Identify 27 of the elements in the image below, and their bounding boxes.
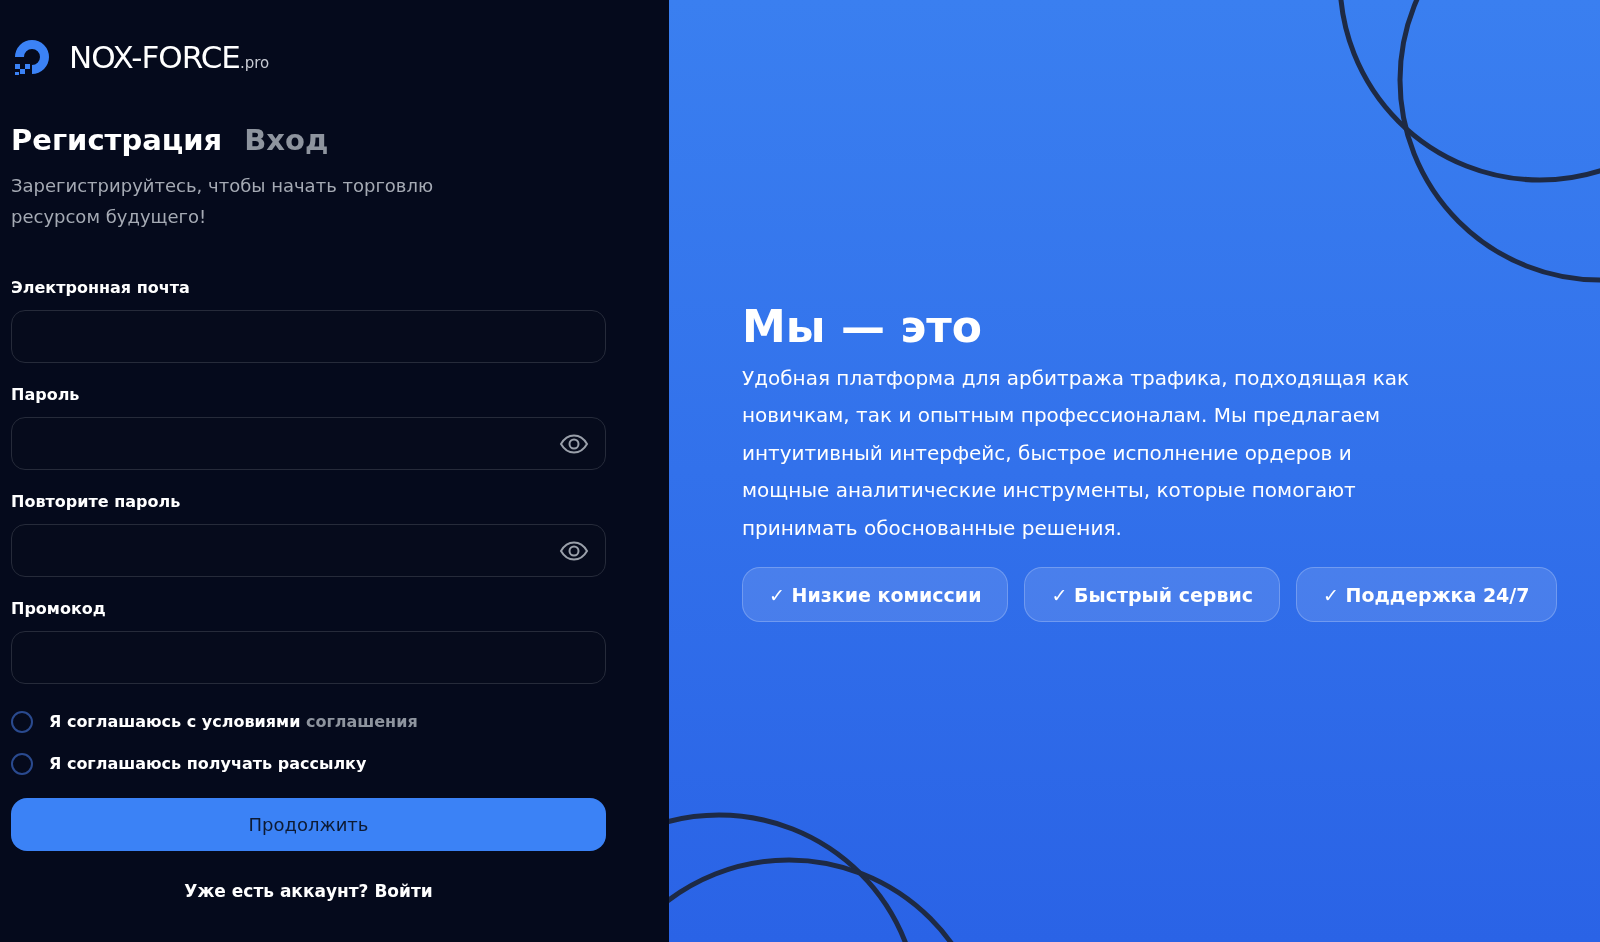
eye-icon[interactable] [559,433,589,454]
input-field[interactable] [11,631,606,684]
feature-badge: ✓ Низкие комиссии [742,567,1009,623]
promo-text: Удобная платформа для арбитража трафика, подходящая как новичкам, так и опытным профессионалам. Мы предлагаем интуитивный интерфейс, быстрое исполнение ордеров и мощные аналитические инструменты, которые помогают принимать обоснованные решения. [742,364,1411,542]
feature-badge: ✓ Поддержка 24/7 [1296,567,1557,623]
input-field[interactable] [11,310,606,363]
promo-heading: Мы — это [742,299,984,354]
password-field[interactable] [11,524,606,577]
checkbox[interactable] [11,753,33,775]
agreement-text: Я соглашаюсь получать рассылку [49,753,367,775]
password-field[interactable] [11,417,606,470]
login-prompt: Уже есть аккаунт? Войти [183,880,434,903]
subtitle: Зарегистрируйтесь, чтобы начать торговлю ресурсом будущего! [11,174,435,229]
brand-name: NOX-FORCE [69,38,240,77]
tab[interactable]: Вход [244,118,329,162]
checkbox[interactable] [11,711,33,733]
field-label: Промокод [11,598,107,620]
agreement-link[interactable]: соглашения [305,712,418,731]
tab[interactable]: Регистрация [11,118,223,162]
field-label: Электронная почта [11,277,191,299]
feature-badge: ✓ Быстрый сервис [1024,567,1280,623]
field-label: Повторите пароль [11,491,182,513]
agreement-text: Я соглашаюсь с условиями соглашения [49,711,418,733]
field-label: Пароль [11,384,81,406]
brand-suffix: .pro [239,53,270,74]
eye-icon[interactable] [559,540,589,561]
continue-button[interactable]: Продолжить [11,798,606,851]
